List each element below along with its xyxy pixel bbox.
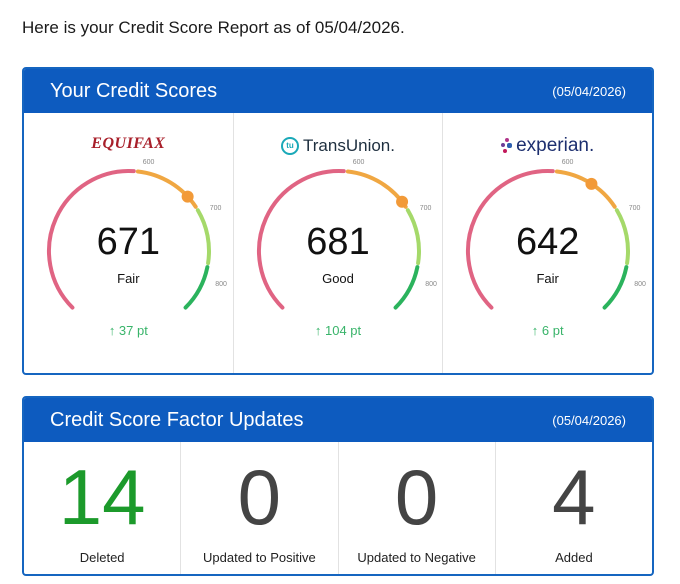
gauge-tick-label: 600	[143, 159, 155, 166]
factor-updates-title: Credit Score Factor Updates	[50, 408, 304, 431]
gauge-tick-label: 700	[210, 205, 222, 212]
factor-deleted-value: 14	[58, 453, 146, 541]
transunion-score: 681	[306, 221, 370, 263]
gauge-tick-label: 600	[562, 159, 574, 166]
score-card-experian: experian. 600 700 800 642 Fair ↑ 6 pt	[443, 113, 652, 373]
transunion-logo: tu TransUnion.	[234, 135, 443, 159]
factor-added: 4 Added	[496, 442, 652, 574]
gauge-score-marker	[395, 195, 408, 208]
experian-dots-icon	[501, 138, 513, 154]
transunion-rating: Good	[322, 271, 354, 286]
factor-updated-negative: 0 Updated to Negative	[339, 442, 496, 574]
experian-logo: experian.	[443, 135, 652, 159]
factor-updated-positive-value: 0	[237, 453, 282, 541]
experian-score: 642	[515, 221, 580, 263]
gauge-score-marker	[585, 177, 598, 190]
gauge-score-marker	[181, 190, 194, 203]
experian-change: ↑ 6 pt	[531, 323, 564, 338]
factor-updated-negative-value: 0	[394, 453, 439, 541]
credit-scores-date: (05/04/2026)	[552, 83, 626, 99]
report-intro-text: Here is your Credit Score Report as of 0…	[22, 18, 405, 37]
factor-added-label: Added	[555, 550, 593, 565]
factor-deleted-label: Deleted	[79, 550, 125, 565]
factors-row: 14 Deleted 0 Updated to Positive 0 Updat…	[24, 442, 652, 574]
factor-updates-panel: Credit Score Factor Updates (05/04/2026)…	[22, 396, 654, 576]
factor-updates-date: (05/04/2026)	[552, 412, 626, 428]
factor-updated-negative-label: Updated to Negative	[357, 550, 476, 565]
gauge-segment-fair	[555, 169, 618, 209]
equifax-rating: Fair	[117, 271, 140, 286]
credit-scores-title: Your Credit Scores	[50, 79, 218, 102]
score-card-equifax: EQUIFAX 600 700 800 671 Fair ↑ 37 pt	[24, 113, 234, 373]
equifax-logo: EQUIFAX	[24, 135, 233, 159]
transunion-change: ↑ 104 pt	[314, 323, 362, 338]
gauge-tick-label: 700	[419, 205, 431, 212]
transunion-logo-text: TransUnion.	[303, 136, 395, 155]
factor-updated-positive-label: Updated to Positive	[203, 550, 316, 565]
credit-scores-header: Your Credit Scores (05/04/2026)	[24, 69, 652, 113]
factor-updated-positive: 0 Updated to Positive	[181, 442, 339, 574]
experian-rating: Fair	[536, 271, 559, 286]
score-card-transunion: tu TransUnion. 600 700 800 681 Good ↑ 104 …	[234, 113, 444, 373]
equifax-change: ↑ 37 pt	[108, 323, 148, 338]
equifax-logo-text: EQUIFAX	[91, 135, 166, 152]
equifax-score: 671	[96, 221, 161, 263]
gauge-tick-label: 700	[629, 205, 641, 212]
experian-logo-text: experian.	[516, 135, 595, 156]
transunion-mark-icon: tu	[281, 137, 300, 155]
gauge-tick-label: 600	[352, 159, 364, 166]
factor-updates-header: Credit Score Factor Updates (05/04/2026)	[24, 398, 652, 442]
factor-deleted: 14 Deleted	[24, 442, 182, 574]
factor-added-value: 4	[552, 453, 596, 541]
credit-scores-panel: Your Credit Scores (05/04/2026) EQUIFAX …	[22, 67, 654, 375]
scores-row: EQUIFAX 600 700 800 671 Fair ↑ 37 pt tu Tr…	[24, 113, 652, 373]
